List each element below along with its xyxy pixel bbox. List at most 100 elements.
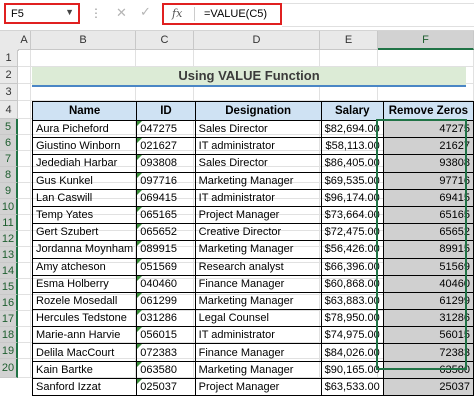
row-header-6[interactable]: 6 — [0, 135, 18, 151]
column-header-a[interactable]: A — [18, 31, 31, 50]
id-cell[interactable]: 040460 — [136, 274, 196, 293]
row-header-14[interactable]: 14 — [0, 263, 18, 279]
salary-cell[interactable]: $74,975.00 — [320, 326, 384, 345]
designation-cell[interactable]: Legal Counsel — [194, 309, 322, 328]
row-header-1[interactable]: 1 — [0, 50, 18, 67]
remove-zeros-cell[interactable]: 61299 — [382, 291, 474, 311]
designation-cell[interactable]: Research analyst — [194, 257, 322, 276]
designation-cell[interactable]: Project Manager — [194, 377, 322, 396]
row-header-7[interactable]: 7 — [0, 151, 18, 167]
salary-cell[interactable]: $78,950.00 — [320, 309, 384, 328]
designation-cell[interactable]: Sales Director — [194, 154, 322, 173]
salary-cell[interactable]: $56,426.00 — [320, 240, 384, 259]
id-cell[interactable]: 065165 — [136, 205, 196, 225]
header-id[interactable]: ID — [136, 101, 196, 121]
salary-cell[interactable]: $63,533.00 — [320, 377, 384, 396]
name-cell[interactable]: Gert Szubert — [31, 223, 138, 242]
row-header-8[interactable]: 8 — [0, 167, 18, 183]
salary-cell[interactable]: $58,113.00 — [320, 137, 384, 156]
designation-cell[interactable]: Creative Director — [194, 223, 322, 242]
select-all-corner[interactable] — [0, 31, 19, 51]
name-cell[interactable]: Rozele Mosedall — [31, 291, 138, 311]
designation-cell[interactable]: Finance Manager — [194, 343, 322, 362]
salary-cell[interactable]: $72,475.00 — [320, 223, 384, 242]
designation-cell[interactable]: Marketing Manager — [194, 291, 322, 311]
designation-cell[interactable]: Marketing Manager — [194, 171, 322, 190]
salary-cell[interactable]: $82,694.00 — [320, 119, 384, 139]
enter-icon[interactable]: ✓ — [140, 4, 151, 20]
name-cell[interactable]: Giustino Winborn — [31, 137, 138, 156]
row-header-20[interactable]: 20 — [0, 359, 18, 378]
header-name[interactable]: Name — [31, 101, 138, 121]
designation-cell[interactable]: IT administrator — [194, 326, 322, 345]
designation-cell[interactable]: Marketing Manager — [194, 240, 322, 259]
row-header-10[interactable]: 10 — [0, 199, 18, 215]
name-cell[interactable]: Kain Bartke — [31, 360, 138, 379]
id-cell[interactable]: 051569 — [136, 257, 196, 276]
row-header-13[interactable]: 13 — [0, 247, 18, 263]
name-cell[interactable]: Lan Caswill — [31, 188, 138, 207]
column-header-c[interactable]: C — [136, 31, 194, 50]
column-header-d[interactable]: D — [194, 31, 320, 50]
name-cell[interactable]: Hercules Tedstone — [31, 309, 138, 328]
header-salary[interactable]: Salary — [320, 101, 384, 121]
row-header-19[interactable]: 19 — [0, 343, 18, 359]
row-header-9[interactable]: 9 — [0, 183, 18, 199]
id-cell[interactable]: 072383 — [136, 343, 196, 362]
insert-function-icon[interactable]: fx — [172, 7, 182, 20]
remove-zeros-cell[interactable]: 40460 — [382, 274, 474, 293]
id-cell[interactable]: 031286 — [136, 309, 196, 328]
column-header-f[interactable]: F — [378, 31, 474, 50]
designation-cell[interactable]: IT administrator — [194, 188, 322, 207]
row-header-5[interactable]: 5 — [0, 119, 18, 135]
salary-cell[interactable]: $69,535.00 — [320, 171, 384, 190]
remove-zeros-cell[interactable]: 93808 — [382, 154, 474, 173]
salary-cell[interactable]: $63,883.00 — [320, 291, 384, 311]
name-cell[interactable]: Jordanna Moynham — [31, 240, 138, 259]
more-options-icon[interactable]: ⋮ — [90, 6, 102, 20]
salary-cell[interactable]: $96,174.00 — [320, 188, 384, 207]
remove-zeros-cell[interactable]: 65652 — [382, 223, 474, 242]
row-header-17[interactable]: 17 — [0, 311, 18, 327]
id-cell[interactable]: 063580 — [136, 360, 196, 379]
column-header-e[interactable]: E — [320, 31, 378, 50]
name-cell[interactable]: Amy atcheson — [31, 257, 138, 276]
id-cell[interactable]: 025037 — [136, 377, 196, 396]
row-header-11[interactable]: 11 — [0, 215, 18, 231]
name-cell[interactable]: Esma Holberry — [31, 274, 138, 293]
name-cell[interactable]: Sanford Izzat — [31, 377, 138, 396]
salary-cell[interactable]: $73,664.00 — [320, 205, 384, 225]
remove-zeros-cell[interactable]: 69415 — [382, 188, 474, 207]
id-cell[interactable]: 021627 — [136, 137, 196, 156]
remove-zeros-cell[interactable]: 47275 — [382, 119, 474, 139]
column-header-b[interactable]: B — [31, 31, 136, 50]
id-cell[interactable]: 089915 — [136, 240, 196, 259]
id-cell[interactable]: 056015 — [136, 326, 196, 345]
formula-input[interactable]: =VALUE(C5) — [204, 8, 267, 20]
remove-zeros-cell[interactable]: 72383 — [382, 343, 474, 362]
name-cell[interactable]: Jedediah Harbar — [31, 154, 138, 173]
row-header-3[interactable]: 3 — [0, 84, 18, 101]
name-cell[interactable]: Marie-ann Harvie — [31, 326, 138, 345]
id-cell[interactable]: 047275 — [136, 119, 196, 139]
row-header-2[interactable]: 2 — [0, 67, 18, 84]
salary-cell[interactable]: $60,868.00 — [320, 274, 384, 293]
remove-zeros-cell[interactable]: 65165 — [382, 205, 474, 225]
designation-cell[interactable]: Finance Manager — [194, 274, 322, 293]
designation-cell[interactable]: Marketing Manager — [194, 360, 322, 379]
id-cell[interactable]: 061299 — [136, 291, 196, 311]
name-cell[interactable]: Gus Kunkel — [31, 171, 138, 190]
row-header-18[interactable]: 18 — [0, 327, 18, 343]
row-header-12[interactable]: 12 — [0, 231, 18, 247]
id-cell[interactable]: 065652 — [136, 223, 196, 242]
salary-cell[interactable]: $84,026.00 — [320, 343, 384, 362]
remove-zeros-cell[interactable]: 31286 — [382, 309, 474, 328]
remove-zeros-cell[interactable]: 63580 — [382, 360, 474, 379]
remove-zeros-cell[interactable]: 21627 — [382, 137, 474, 156]
sheet-title[interactable]: Using VALUE Function — [32, 67, 466, 87]
remove-zeros-cell[interactable]: 56015 — [382, 326, 474, 345]
cancel-icon[interactable]: ✕ — [116, 5, 127, 21]
name-cell[interactable]: Aura Picheford — [31, 119, 138, 139]
id-cell[interactable]: 093808 — [136, 154, 196, 173]
row-header-15[interactable]: 15 — [0, 279, 18, 295]
